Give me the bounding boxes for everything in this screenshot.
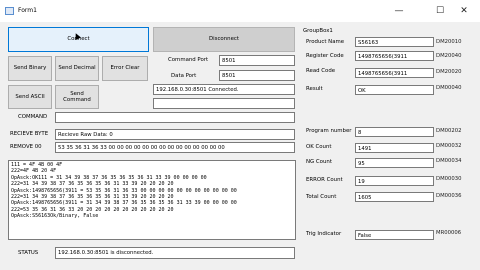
ng-count-dm: DM00034	[436, 158, 462, 164]
total-count-dm: DM00036	[436, 193, 462, 199]
error-count-field[interactable]: 19	[355, 176, 434, 186]
minimize-button[interactable]: —	[383, 0, 415, 22]
send-binary-button[interactable]: Send Binary	[8, 56, 52, 81]
main-window: Form1 — ☐ ✕ Connect Disconnect Send Bina…	[0, 0, 480, 270]
send-command-button[interactable]: Send Command	[55, 85, 99, 109]
extra-field[interactable]	[153, 98, 295, 109]
program-number-field[interactable]: 8	[355, 127, 434, 137]
register-code-field[interactable]: 1498765656(3911	[355, 51, 434, 61]
window-title: Form1	[18, 7, 37, 14]
product-name-label: Product Name	[306, 39, 345, 45]
receive-byte-field[interactable]: Recieve Raw Data: 0	[55, 129, 295, 140]
register-code-label: Register Code	[306, 53, 344, 59]
read-code-dm: DM20020	[436, 69, 462, 75]
close-button[interactable]: ✕	[448, 0, 480, 22]
program-number-dm: DM00202	[436, 128, 462, 134]
command-port-label: Command Port	[168, 57, 209, 63]
send-decimal-button[interactable]: Send Decimal	[55, 56, 99, 81]
receive-byte-label: RECIEVE BYTE	[10, 131, 49, 137]
ok-count-dm: DM00032	[436, 143, 462, 149]
command-label: COMMAND	[18, 114, 48, 120]
status-field[interactable]: 192.168.0.30:8501 is disconnected.	[55, 247, 295, 259]
trig-indicator-label: Trig Indicator	[306, 231, 342, 237]
data-port-input[interactable]: 8501	[219, 70, 295, 81]
read-code-field[interactable]: 1498765656(3911	[355, 68, 434, 78]
command-port-input[interactable]: 8501	[219, 55, 295, 66]
read-code-label: Read Code	[306, 68, 336, 74]
ok-count-label: OK Count	[306, 144, 332, 150]
connect-button[interactable]: Connect	[8, 27, 149, 52]
error-count-label: ERROR Count	[306, 177, 343, 183]
ng-count-label: NG Count	[306, 159, 332, 165]
ng-count-field[interactable]: 95	[355, 158, 434, 168]
ok-count-field[interactable]: 1491	[355, 143, 434, 153]
error-count-dm: DM00030	[436, 176, 462, 182]
error-clear-button[interactable]: Error Clear	[102, 56, 148, 81]
data-port-label: Data Port	[171, 73, 197, 79]
connection-message-field[interactable]: 192.168.0.30:8501 Connected.	[153, 84, 295, 95]
program-number-label: Program number	[306, 128, 352, 134]
total-count-label: Total Count	[306, 194, 337, 200]
result-label: Result	[306, 86, 323, 92]
send-ascii-button[interactable]: Send ASCII	[8, 85, 52, 109]
register-code-dm: DM20040	[436, 53, 462, 59]
status-label: STATUS	[18, 250, 39, 256]
remove-label: REMOVE 00	[10, 144, 42, 150]
result-field[interactable]: OK	[355, 85, 434, 95]
trig-indicator-field[interactable]: False	[355, 230, 434, 240]
result-dm: DM00040	[436, 85, 462, 91]
disconnect-button[interactable]: Disconnect	[153, 27, 295, 52]
product-name-field[interactable]: S56163	[355, 37, 434, 47]
total-count-field[interactable]: 1605	[355, 192, 434, 202]
log-textbox[interactable]: 111 = 4F 4B 00 4F 222=4F 4B 20 4F OpAsck…	[8, 160, 296, 240]
remove-field[interactable]: 53 35 36 31 36 33 00 00 00 00 00 00 00 0…	[55, 142, 295, 153]
form-icon	[5, 7, 14, 15]
product-name-dm: DM20010	[436, 39, 462, 45]
log-line: OpAsck:S56163Ok/Binary, False	[11, 213, 99, 220]
title-bar: Form1 — ☐ ✕	[0, 0, 480, 22]
groupbox: GroupBox1 Product Name S56163 DM20010 Re…	[301, 27, 477, 265]
groupbox-title: GroupBox1	[303, 28, 333, 34]
trig-indicator-dm: MR00006	[436, 230, 462, 236]
command-input[interactable]	[55, 112, 295, 123]
